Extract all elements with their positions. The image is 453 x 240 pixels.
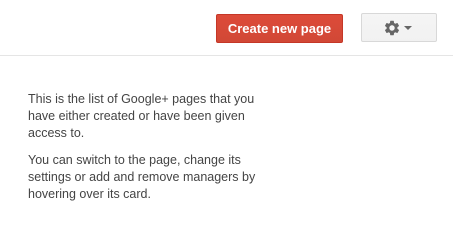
gear-icon <box>384 20 400 36</box>
pages-list-page: Create new page This is the list of Goog… <box>0 0 453 233</box>
info-paragraph-list: This is the list of Google+ pages that y… <box>28 92 255 140</box>
toolbar: Create new page <box>0 0 453 56</box>
info-paragraph-switch: You can switch to the page, change its s… <box>28 153 256 201</box>
create-new-page-button[interactable]: Create new page <box>216 14 343 43</box>
info-text: This is the list of Google+ pages that y… <box>28 91 258 213</box>
settings-menu-button[interactable] <box>361 13 437 42</box>
chevron-down-icon <box>404 26 412 30</box>
